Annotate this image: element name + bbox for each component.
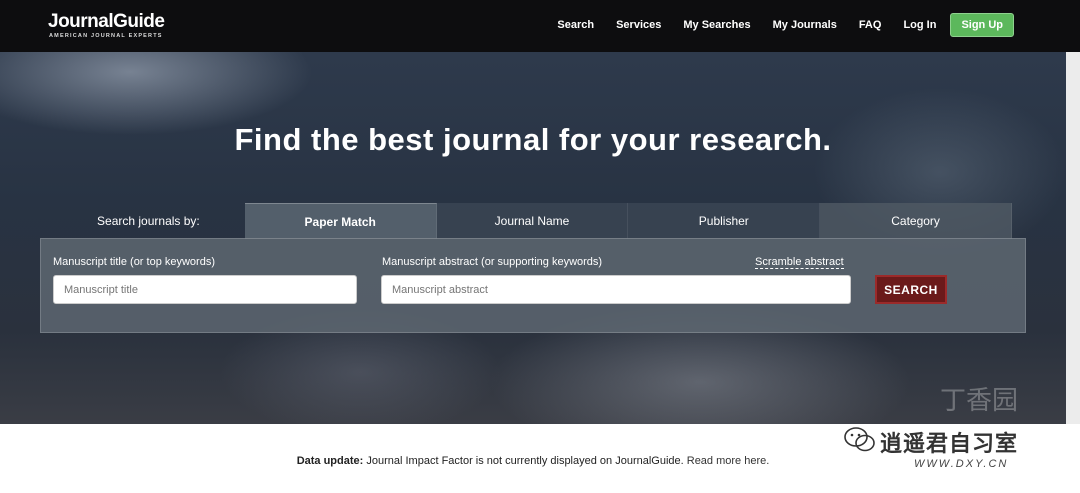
paper-match-panel: Manuscript title (or top keywords) Manus… — [40, 238, 1026, 333]
watermark-text: 逍遥君自习室 — [880, 432, 1019, 457]
scramble-abstract-link[interactable]: Scramble abstract — [755, 256, 844, 269]
nav-my-searches[interactable]: My Searches — [683, 19, 750, 31]
top-navbar: JournalGuide AMERICAN JOURNAL EXPERTS Se… — [0, 0, 1080, 52]
nav-my-journals[interactable]: My Journals — [773, 19, 837, 31]
search-tabs: Search journals by: Paper Match Journal … — [40, 203, 1012, 239]
abstract-field-label: Manuscript abstract (or supporting keywo… — [382, 256, 603, 268]
nav-services[interactable]: Services — [616, 19, 661, 31]
title-field-label: Manuscript title (or top keywords) — [53, 256, 215, 268]
watermark: 逍遥君自习室 WWW.DXY.CN — [840, 420, 1080, 490]
manuscript-abstract-input[interactable] — [381, 275, 851, 304]
data-update-text: Journal Impact Factor is not currently d… — [363, 455, 687, 467]
watermark-url: WWW.DXY.CN — [914, 458, 1009, 470]
hero-headline: Find the best journal for your research. — [234, 122, 832, 157]
tab-journal-name[interactable]: Journal Name — [436, 203, 629, 239]
search-button[interactable]: SEARCH — [875, 275, 947, 304]
manuscript-title-input[interactable] — [53, 275, 357, 304]
wechat-icon — [844, 426, 876, 459]
logo-subtitle: AMERICAN JOURNAL EXPERTS — [49, 33, 163, 39]
watermark-background-text: 丁香园 — [940, 386, 1019, 416]
tab-paper-match[interactable]: Paper Match — [244, 203, 437, 239]
logo-title: JournalGuide — [48, 11, 165, 32]
tab-category[interactable]: Category — [820, 203, 1012, 239]
nav-log-in[interactable]: Log In — [903, 19, 936, 31]
sign-up-button[interactable]: Sign Up — [950, 13, 1014, 37]
tab-publisher[interactable]: Publisher — [628, 203, 821, 239]
read-more-link[interactable]: Read more here. — [687, 455, 770, 467]
journalguide-logo[interactable]: JournalGuide AMERICAN JOURNAL EXPERTS — [48, 11, 165, 40]
hero-section: Find the best journal for your research.… — [0, 52, 1080, 424]
nav-faq[interactable]: FAQ — [859, 19, 882, 31]
data-update-label: Data update: — [296, 455, 364, 467]
nav-search[interactable]: Search — [557, 19, 594, 31]
main-nav: Search Services My Searches My Journals … — [535, 13, 1014, 37]
search-by-label: Search journals by: — [97, 214, 200, 228]
